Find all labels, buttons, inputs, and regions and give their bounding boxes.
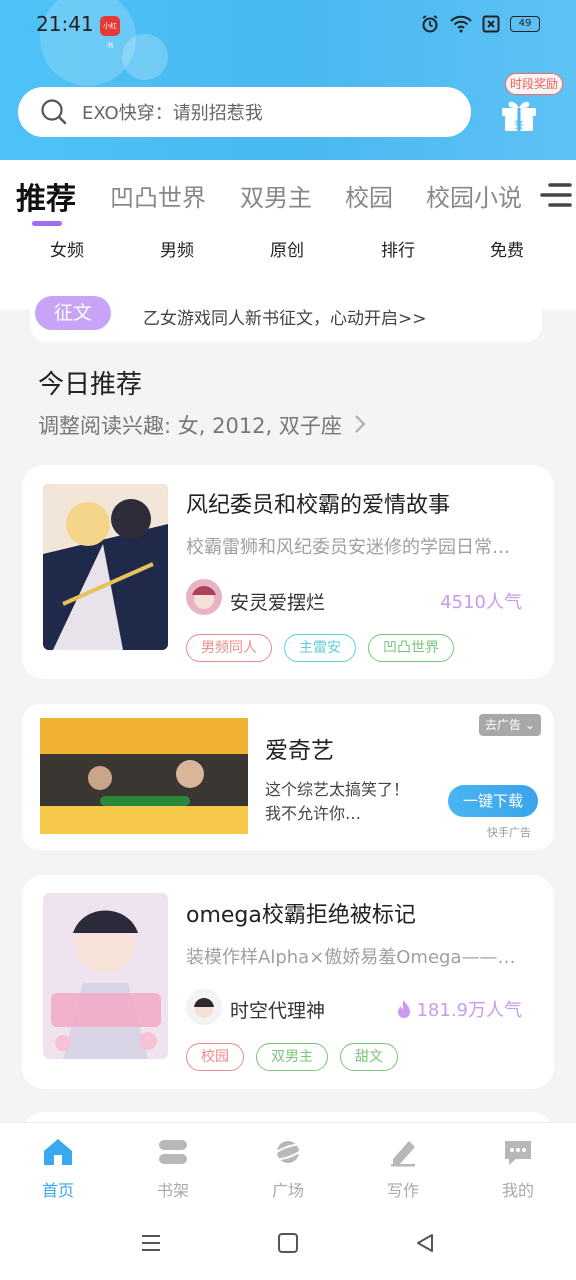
- wifi-icon: [450, 15, 472, 33]
- bottom-nav: 首页 书架 广场 写作 我的: [0, 1122, 576, 1208]
- ad-description: 这个综艺太搞笑了！我不允许你…: [265, 780, 410, 823]
- tag-pill[interactable]: 校园: [186, 1043, 244, 1071]
- header: 21:41 小红书 49 EXO快穿：请别招惹我 时段奖励 签: [0, 0, 576, 160]
- system-nav-bar: [0, 1208, 576, 1280]
- nav-mine[interactable]: 我的: [488, 1137, 548, 1201]
- tag-pill[interactable]: 双男主: [256, 1043, 328, 1071]
- book-description: 校霸雷狮和风纪委员安迷修的学园日常…: [186, 537, 510, 558]
- category-tabs: 推荐 凹凸世界 双男主 校园 校园小说: [0, 160, 576, 230]
- book-card[interactable]: omega校霸拒绝被标记 装模作样Alpha×傲娇易羞Omega——… 时空代理…: [22, 875, 554, 1089]
- book-title[interactable]: 风纪委员和校霸的爱情故事: [186, 487, 450, 519]
- ad-app-name: 爱奇艺: [265, 738, 334, 764]
- tag-pill[interactable]: 甜文: [340, 1043, 398, 1071]
- gift-label: 签: [514, 119, 523, 131]
- recent-apps-icon[interactable]: [140, 1232, 162, 1254]
- tag-pill[interactable]: 主雷安: [284, 634, 356, 662]
- section-title: 今日推荐: [38, 370, 143, 400]
- book-tags: 男频同人 主雷安 凹凸世界: [186, 634, 454, 662]
- tag-pill[interactable]: 男频同人: [186, 634, 272, 662]
- nav-write[interactable]: 写作: [373, 1137, 433, 1201]
- nav-home[interactable]: 首页: [28, 1137, 88, 1201]
- flame-icon: [398, 1000, 411, 1018]
- no-sim-icon: [482, 15, 500, 33]
- tab-campus-novel[interactable]: 校园小说: [426, 178, 522, 213]
- search-icon: [41, 99, 67, 125]
- tab-campus[interactable]: 校园: [345, 178, 393, 213]
- pen-icon: [391, 1141, 415, 1167]
- remove-ad-button[interactable]: 去广告 ⌄: [479, 714, 541, 736]
- tab-recommend[interactable]: 推荐: [16, 174, 76, 218]
- home-icon: [44, 1139, 72, 1165]
- notice-text: 乙女游戏同人新书征文，心动开启>>: [143, 309, 427, 329]
- nav-bookshelf-label: 书架: [156, 1181, 189, 1200]
- gift-icon[interactable]: 签: [500, 98, 538, 132]
- menu-icon[interactable]: [540, 181, 572, 209]
- chevron-down-icon: ⌄: [524, 718, 535, 732]
- chevron-right-icon: [354, 415, 366, 433]
- interest-settings-text: 调整阅读兴趣: 女, 2012, 双子座: [38, 414, 342, 438]
- notification-app-icon: 小红书: [100, 16, 120, 50]
- notice-tag: 征文: [35, 296, 111, 330]
- ad-image[interactable]: [40, 718, 248, 834]
- popularity: 181.9万人气: [396, 996, 522, 1022]
- book-cover[interactable]: [43, 893, 168, 1059]
- back-icon[interactable]: [414, 1232, 436, 1254]
- ad-source: 快手广告: [487, 826, 531, 839]
- reward-badge[interactable]: 时段奖励: [505, 73, 563, 95]
- search-bar[interactable]: EXO快穿：请别招惹我: [18, 87, 471, 137]
- subtab-original[interactable]: 原创: [270, 236, 304, 261]
- status-bar: 21:41 小红书 49: [0, 0, 576, 50]
- book-tags: 校园 双男主 甜文: [186, 1043, 398, 1071]
- tab-double-male[interactable]: 双男主: [240, 178, 312, 213]
- planet-icon: [271, 1141, 305, 1163]
- status-time: 21:41: [36, 12, 94, 36]
- author-name: 时空代理神: [230, 1000, 326, 1022]
- nav-write-label: 写作: [386, 1181, 419, 1200]
- nav-home-label: 首页: [41, 1181, 74, 1200]
- subtab-male[interactable]: 男频: [160, 236, 194, 261]
- chat-icon: [505, 1141, 531, 1165]
- alarm-icon: [422, 15, 438, 33]
- book-title[interactable]: omega校霸拒绝被标记: [186, 897, 416, 929]
- popularity: 4510人气: [440, 592, 522, 613]
- tag-pill[interactable]: 凹凸世界: [368, 634, 454, 662]
- book-cover[interactable]: [43, 484, 168, 650]
- subtab-ranking[interactable]: 排行: [381, 236, 415, 261]
- author-name: 安灵爱摆烂: [230, 592, 326, 614]
- book-card[interactable]: 风纪委员和校霸的爱情故事 校霸雷狮和风纪委员安迷修的学园日常… 安灵爱摆烂 45…: [22, 465, 554, 679]
- remove-ad-label: 去广告: [485, 718, 522, 732]
- nav-square[interactable]: 广场: [258, 1137, 318, 1201]
- nav-mine-label: 我的: [501, 1181, 534, 1200]
- author-avatar: [186, 579, 222, 615]
- bookshelf-icon: [159, 1140, 187, 1164]
- download-button[interactable]: 一键下载: [448, 785, 538, 817]
- active-tab-indicator: [32, 221, 62, 226]
- notice-banner[interactable]: 征文 乙女游戏同人新书征文，心动开启>>: [30, 288, 542, 342]
- battery-indicator: 49: [510, 16, 540, 32]
- author-avatar: [186, 989, 222, 1025]
- home-button-icon[interactable]: [277, 1232, 299, 1254]
- subtab-free[interactable]: 免费: [490, 236, 524, 261]
- ad-card[interactable]: 爱奇艺 这个综艺太搞笑了！我不允许你… 去广告 ⌄ 一键下载 快手广告: [22, 704, 554, 850]
- interest-settings-link[interactable]: 调整阅读兴趣: 女, 2012, 双子座: [38, 410, 367, 440]
- search-placeholder: EXO快穿：请别招惹我: [82, 103, 263, 124]
- nav-bookshelf[interactable]: 书架: [143, 1137, 203, 1201]
- popularity-value: 181.9万人气: [416, 1000, 522, 1021]
- tab-aotu-world[interactable]: 凹凸世界: [110, 178, 206, 213]
- book-description: 装模作样Alpha×傲娇易羞Omega——…: [186, 947, 516, 968]
- nav-square-label: 广场: [271, 1181, 304, 1200]
- subtab-female[interactable]: 女频: [50, 236, 84, 261]
